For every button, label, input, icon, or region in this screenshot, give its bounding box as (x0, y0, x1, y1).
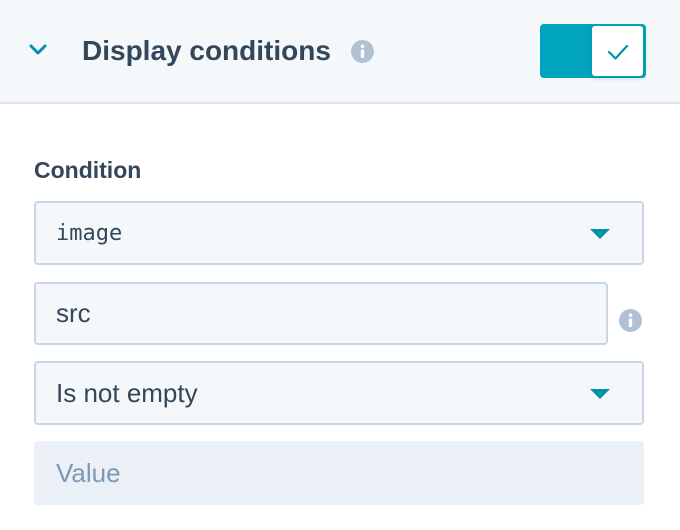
property-select[interactable]: image (34, 201, 644, 265)
caret-down-icon (590, 389, 610, 399)
toggle-knob (591, 25, 644, 77)
check-icon (607, 44, 629, 60)
operator-select[interactable]: Is not empty (34, 361, 644, 425)
info-icon[interactable] (619, 309, 642, 332)
operator-select-value: Is not empty (56, 377, 198, 408)
chevron-down-icon[interactable] (28, 40, 48, 60)
value-placeholder: Value (56, 457, 121, 488)
display-conditions-panel: Display conditions Condition image src I… (0, 0, 680, 530)
panel-title: Display conditions (82, 35, 331, 66)
field-name-input[interactable]: src (34, 282, 608, 345)
field-name-value: src (56, 298, 91, 328)
caret-down-icon (590, 229, 610, 239)
value-input: Value (34, 441, 644, 505)
panel-header[interactable]: Display conditions (0, 0, 680, 104)
condition-label: Condition (34, 157, 142, 183)
info-icon[interactable] (351, 40, 374, 63)
display-conditions-toggle[interactable] (540, 24, 646, 78)
property-select-value: image (56, 220, 123, 246)
